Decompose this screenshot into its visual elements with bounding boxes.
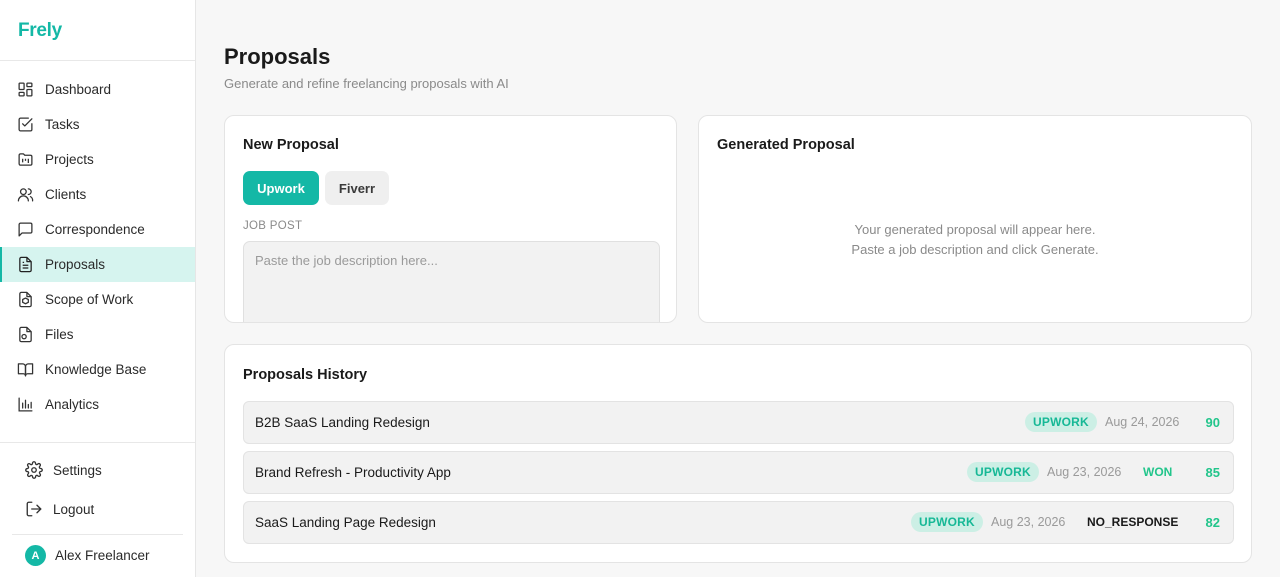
sidebar-item-label: Tasks [45,117,80,132]
page-subtitle: Generate and refine freelancing proposal… [224,76,509,91]
settings-button[interactable]: Settings [25,461,102,479]
logout-icon [26,501,42,517]
proposal-title: Brand Refresh - Productivity App [255,465,451,480]
dashboard-icon [18,82,33,97]
avatar: A [25,545,46,566]
message-icon [18,222,33,237]
tab-upwork[interactable]: Upwork [243,171,319,205]
list-item[interactable]: Brand Refresh - Productivity App UPWORK … [243,451,1234,494]
user-name: Alex Freelancer [55,548,150,563]
status-badge: WON [1143,465,1173,479]
sidebar: Frely Dashboard Tasks Projects Clients C… [0,0,196,577]
platform-badge: UPWORK [1025,412,1097,432]
files-icon [19,326,32,343]
status-badge: NO_RESPONSE [1087,515,1179,529]
page-title: Proposals [224,44,331,69]
sidebar-item-label: Projects [45,152,94,167]
sidebar-item-projects[interactable]: Projects [0,142,195,177]
proposals-history-card: Proposals History B2B SaaS Landing Redes… [224,344,1252,563]
empty-state-line: Paste a job description and click Genera… [851,242,1099,257]
scope-icon [19,291,32,308]
proposal-date: Aug 23, 2026 [991,515,1066,529]
sidebar-item-label: Analytics [45,397,100,412]
card-title: Proposals History [243,367,368,383]
sidebar-item-correspondence[interactable]: Correspondence [0,212,195,247]
sidebar-item-scope-of-work[interactable]: Scope of Work [0,282,195,317]
logout-button[interactable]: Logout [25,500,94,518]
sidebar-item-knowledge-base[interactable]: Knowledge Base [0,352,195,387]
projects-icon [18,153,33,166]
platform-badge: UPWORK [967,462,1039,482]
settings-label: Settings [53,462,102,478]
gear-icon [25,461,43,479]
platform-badge: UPWORK [911,512,983,532]
sidebar-item-files[interactable]: Files [0,317,195,352]
sidebar-item-label: Proposals [45,257,106,272]
divider [0,442,195,443]
sidebar-item-label: Knowledge Base [45,362,147,377]
clients-icon [17,188,34,202]
proposal-score: 85 [1205,465,1220,480]
sidebar-item-label: Scope of Work [45,292,134,307]
document-icon [19,256,32,273]
job-post-input[interactable] [243,241,660,322]
proposal-date: Aug 23, 2026 [1047,465,1122,479]
sidebar-item-label: Clients [45,187,87,202]
proposal-title: B2B SaaS Landing Redesign [255,415,430,430]
divider [12,534,183,535]
tab-fiverr[interactable]: Fiverr [325,171,389,205]
new-proposal-card: New Proposal Upwork Fiverr JOB POST [224,115,677,323]
sidebar-item-proposals[interactable]: Proposals [0,247,195,282]
list-item[interactable]: SaaS Landing Page Redesign UPWORK Aug 23… [243,501,1234,544]
sidebar-item-label: Correspondence [45,222,145,237]
proposal-title: SaaS Landing Page Redesign [255,515,436,530]
brand-logo[interactable]: Frely [18,20,62,42]
tasks-icon [18,117,33,132]
sidebar-item-label: Dashboard [45,82,112,97]
sidebar-item-clients[interactable]: Clients [0,177,195,212]
sidebar-item-label: Files [45,327,74,342]
proposal-score: 82 [1205,515,1220,530]
generated-proposal-card: Generated Proposal Your generated propos… [698,115,1252,323]
empty-state: Your generated proposal will appear here… [699,220,1251,260]
sidebar-item-tasks[interactable]: Tasks [0,107,195,142]
divider [0,60,195,61]
empty-state-line: Your generated proposal will appear here… [854,222,1096,237]
chart-icon [18,397,33,412]
sidebar-item-analytics[interactable]: Analytics [0,387,195,422]
proposal-date: Aug 24, 2026 [1105,415,1180,429]
card-title: New Proposal [243,137,339,153]
sidebar-item-dashboard[interactable]: Dashboard [0,72,195,107]
proposal-score: 90 [1205,415,1220,430]
list-item[interactable]: B2B SaaS Landing Redesign UPWORK Aug 24,… [243,401,1234,444]
card-title: Generated Proposal [717,137,855,153]
sidebar-nav: Dashboard Tasks Projects Clients Corresp… [0,72,195,422]
book-icon [17,363,34,377]
user-profile[interactable]: A Alex Freelancer [25,545,150,566]
logout-label: Logout [53,501,95,517]
job-post-label: JOB POST [243,220,303,232]
